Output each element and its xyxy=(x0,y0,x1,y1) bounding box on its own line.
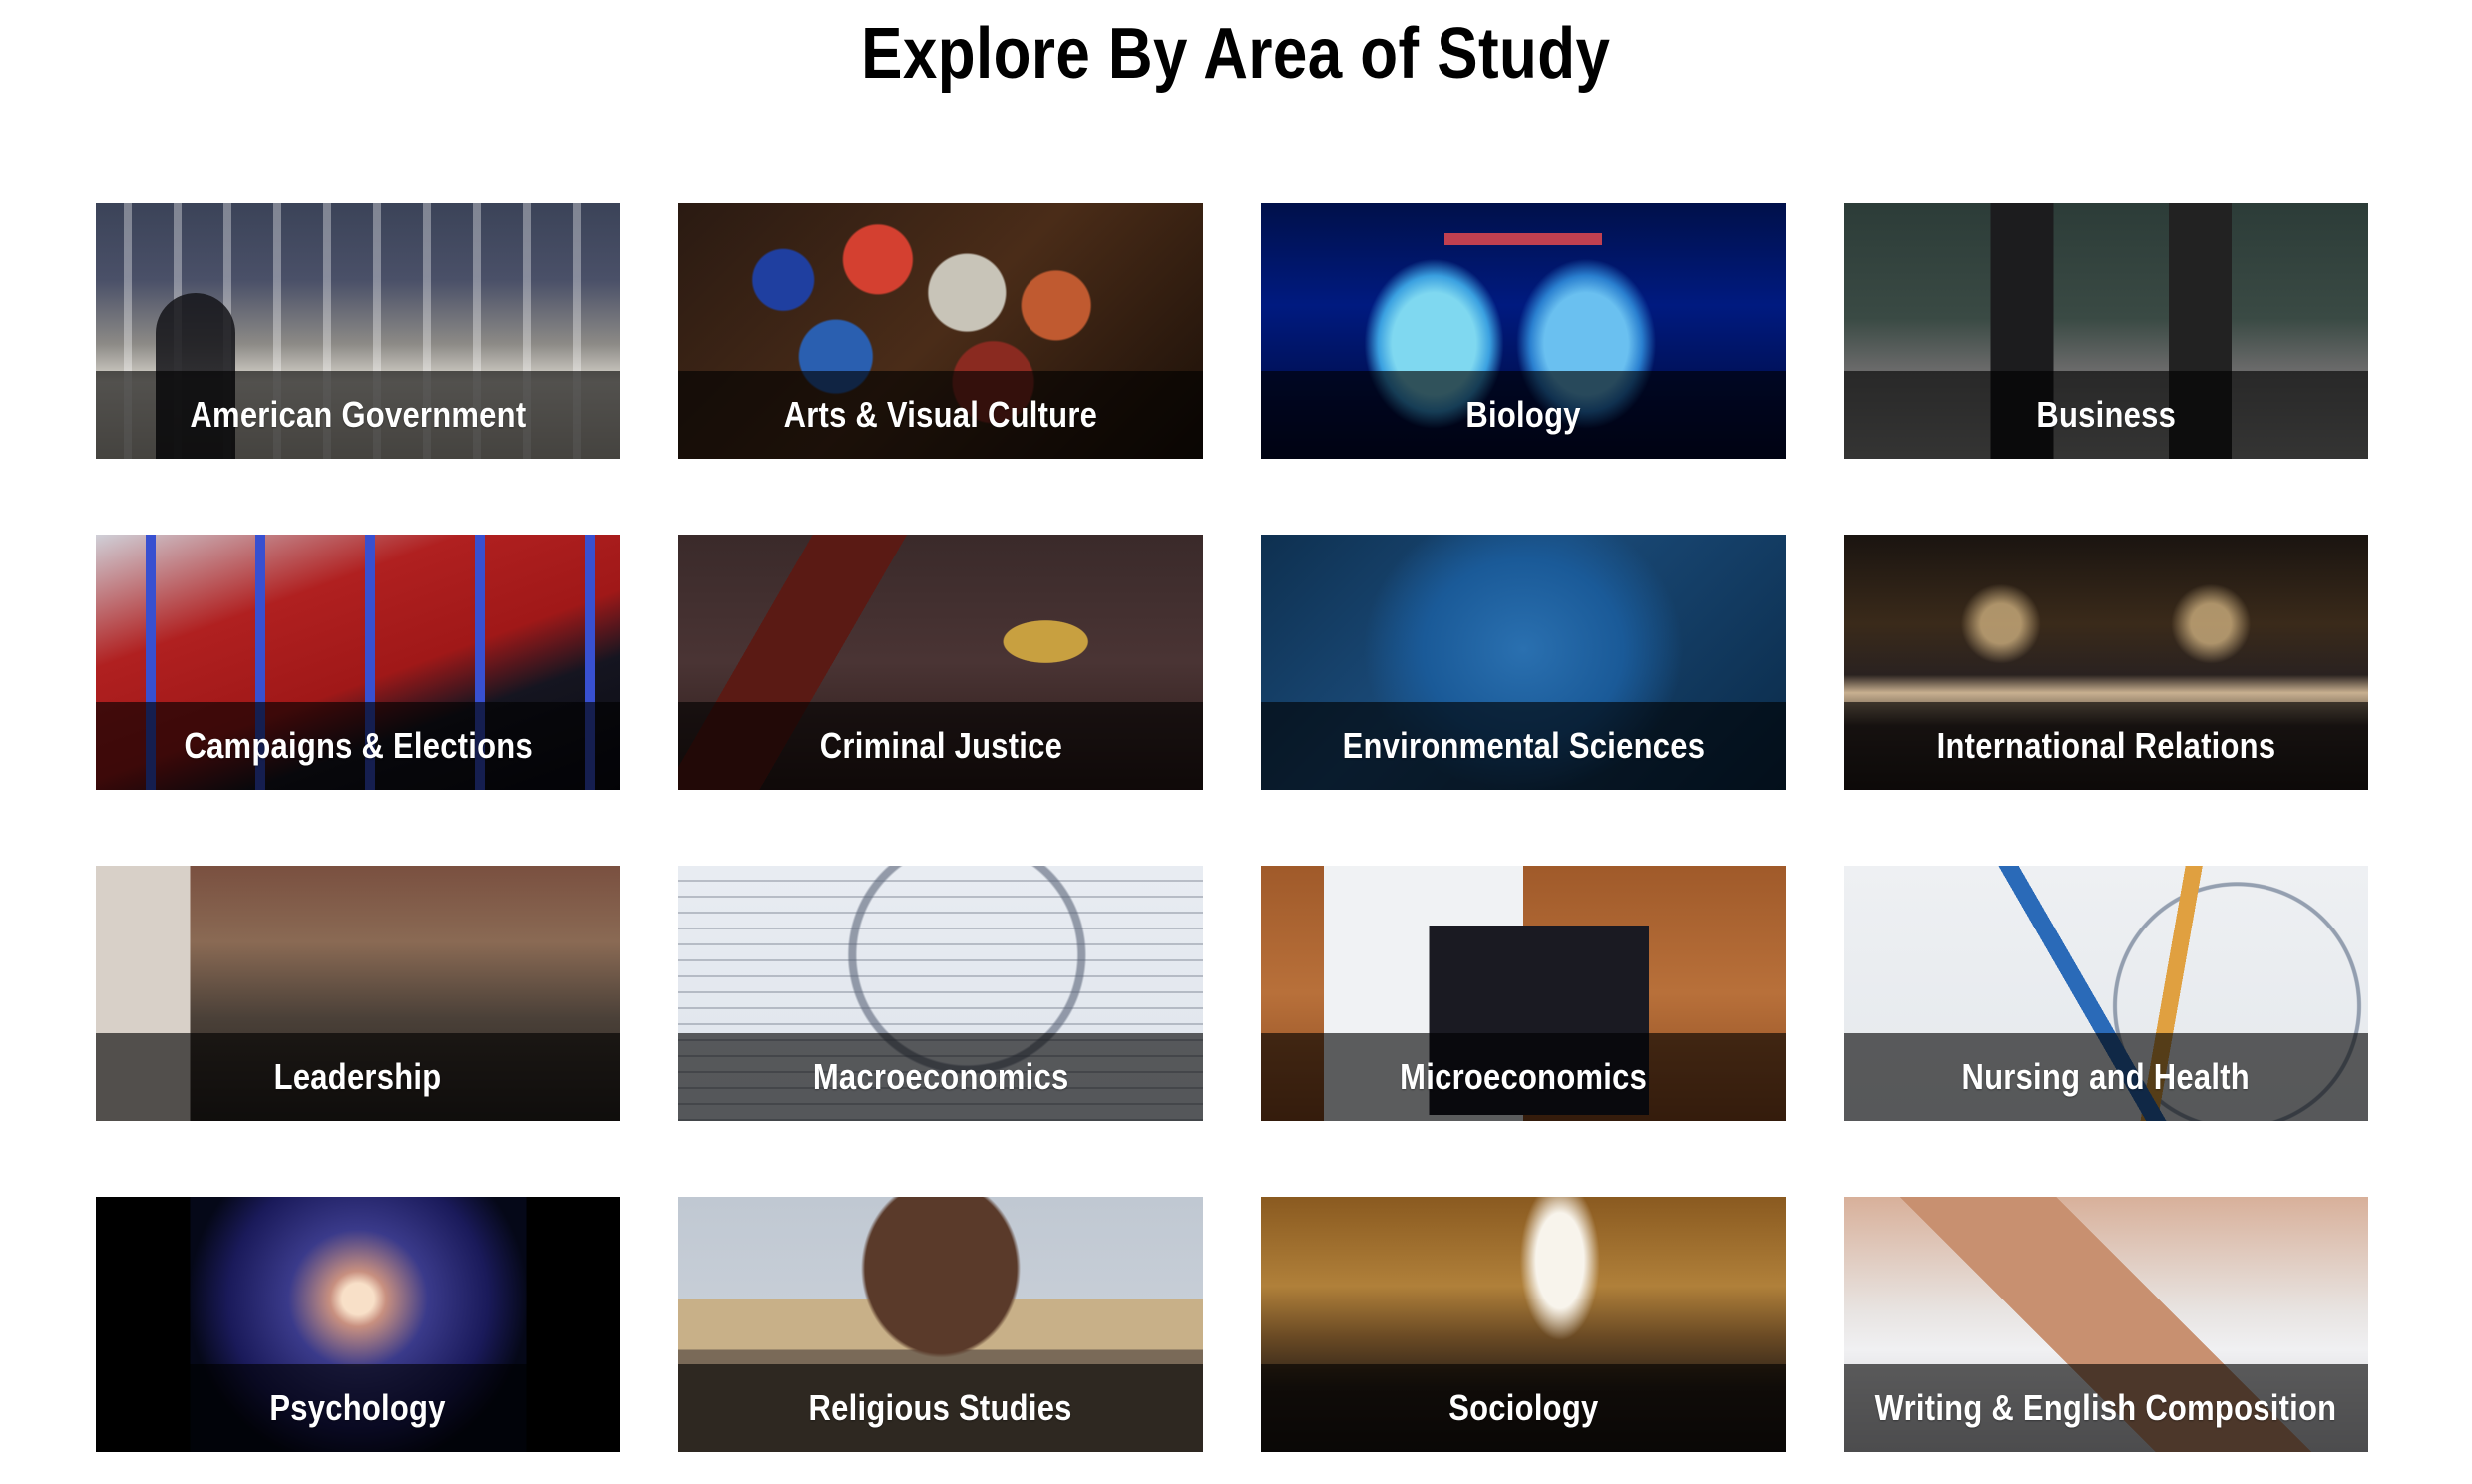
card-label: Religious Studies xyxy=(808,1387,1073,1428)
card-caption-bar: Business xyxy=(1844,371,2368,459)
card-caption-bar: Nursing and Health xyxy=(1844,1033,2368,1121)
card-label: Nursing and Health xyxy=(1961,1056,2251,1097)
area-card-international-relations[interactable]: International Relations xyxy=(1844,535,2368,790)
card-label: Campaigns & Elections xyxy=(184,725,533,766)
card-caption-bar: Psychology xyxy=(96,1364,620,1452)
card-label: Leadership xyxy=(274,1056,442,1097)
area-card-business[interactable]: Business xyxy=(1844,203,2368,459)
card-caption-bar: Criminal Justice xyxy=(678,702,1203,790)
area-card-environmental-sciences[interactable]: Environmental Sciences xyxy=(1261,535,1786,790)
area-card-biology[interactable]: Biology xyxy=(1261,203,1786,459)
card-label: Macroeconomics xyxy=(812,1056,1069,1097)
card-label: International Relations xyxy=(1936,725,2275,766)
card-caption-bar: American Government xyxy=(96,371,620,459)
card-label: Writing & English Composition xyxy=(1874,1387,2337,1428)
card-caption-bar: Leadership xyxy=(96,1033,620,1121)
card-label: Psychology xyxy=(269,1387,447,1428)
card-label: Business xyxy=(2036,394,2176,435)
area-card-arts-visual-culture[interactable]: Arts & Visual Culture xyxy=(678,203,1203,459)
card-label: Arts & Visual Culture xyxy=(783,394,1098,435)
card-caption-bar: Religious Studies xyxy=(678,1364,1203,1452)
area-card-american-government[interactable]: American Government xyxy=(96,203,620,459)
area-card-macroeconomics[interactable]: Macroeconomics xyxy=(678,866,1203,1121)
card-caption-bar: Writing & English Composition xyxy=(1844,1364,2368,1452)
card-label: Criminal Justice xyxy=(819,725,1062,766)
card-caption-bar: Biology xyxy=(1261,371,1786,459)
area-card-microeconomics[interactable]: Microeconomics xyxy=(1261,866,1786,1121)
area-card-psychology[interactable]: Psychology xyxy=(96,1197,620,1452)
area-card-religious-studies[interactable]: Religious Studies xyxy=(678,1197,1203,1452)
card-label: Biology xyxy=(1465,394,1581,435)
card-caption-bar: Sociology xyxy=(1261,1364,1786,1452)
area-card-nursing-health[interactable]: Nursing and Health xyxy=(1844,866,2368,1121)
area-card-campaigns-elections[interactable]: Campaigns & Elections xyxy=(96,535,620,790)
area-card-sociology[interactable]: Sociology xyxy=(1261,1197,1786,1452)
card-caption-bar: Arts & Visual Culture xyxy=(678,371,1203,459)
page-title-text: Explore By Area of Study xyxy=(861,14,1611,94)
card-label: Environmental Sciences xyxy=(1342,725,1705,766)
page-title: Explore By Area of Study xyxy=(0,6,2472,102)
card-caption-bar: Campaigns & Elections xyxy=(96,702,620,790)
card-caption-bar: Environmental Sciences xyxy=(1261,702,1786,790)
area-card-criminal-justice[interactable]: Criminal Justice xyxy=(678,535,1203,790)
area-card-leadership[interactable]: Leadership xyxy=(96,866,620,1121)
card-caption-bar: Microeconomics xyxy=(1261,1033,1786,1121)
card-label: American Government xyxy=(190,394,527,435)
card-caption-bar: Macroeconomics xyxy=(678,1033,1203,1121)
card-label: Microeconomics xyxy=(1400,1056,1647,1097)
card-label: Sociology xyxy=(1447,1387,1599,1428)
card-caption-bar: International Relations xyxy=(1844,702,2368,790)
area-of-study-grid: American Government Arts & Visual Cultur… xyxy=(96,203,2368,1452)
area-card-writing-english-composition[interactable]: Writing & English Composition xyxy=(1844,1197,2368,1452)
